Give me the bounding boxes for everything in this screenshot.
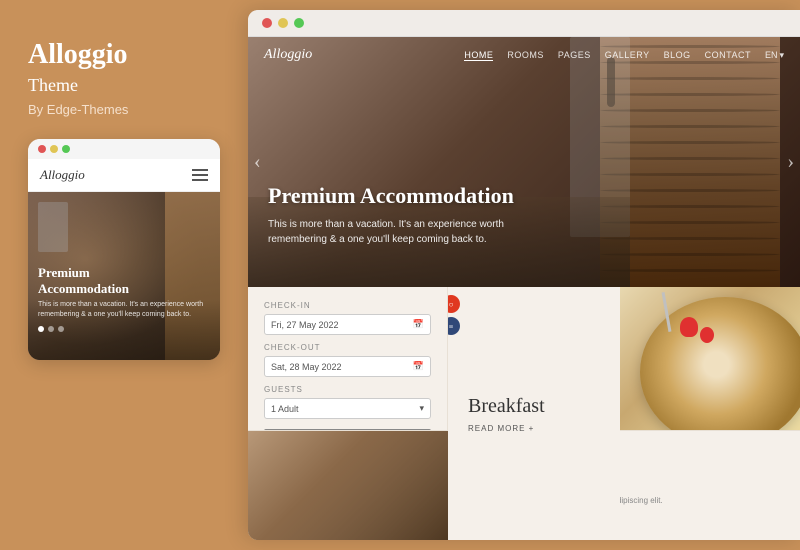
theme-subtitle: Theme — [28, 75, 78, 96]
breakfast-section: Breakfast READ MORE + ○ ≡ — [448, 287, 620, 540]
nav-gallery[interactable]: GALLERY — [605, 50, 650, 60]
nav-pages[interactable]: PAGES — [558, 50, 591, 60]
mobile-dot-yellow — [50, 145, 58, 153]
fork-decoration — [662, 292, 672, 332]
site-logo: Alloggio — [264, 47, 312, 63]
mobile-hero-desc: This is more than a vacation. It's an ex… — [38, 300, 210, 320]
checkin-input[interactable]: Fri, 27 May 2022 📅 — [264, 314, 431, 335]
mobile-hero: PremiumAccommodation This is more than a… — [28, 192, 220, 360]
blue-circle-icon: ≡ — [448, 317, 460, 335]
browser-content: Alloggio HOME ROOMS PAGES GALLERY BLOG C… — [248, 37, 800, 540]
site-hero-desc: This is more than a vacation. It's an ex… — [268, 217, 528, 247]
carousel-dot-1 — [38, 326, 44, 332]
site-hero-text: Premium Accommodation This is more than … — [268, 183, 528, 247]
mobile-dot-red — [38, 145, 46, 153]
mobile-hero-title: PremiumAccommodation — [38, 265, 210, 296]
checkout-value: Sat, 28 May 2022 — [271, 362, 342, 372]
mobile-nav: Alloggio — [28, 159, 220, 192]
hamburger-icon[interactable] — [192, 169, 208, 181]
carousel-dot-3 — [58, 326, 64, 332]
guests-label: GUESTS — [264, 385, 431, 394]
nav-home[interactable]: HOME — [464, 50, 493, 61]
site-hero: Alloggio HOME ROOMS PAGES GALLERY BLOG C… — [248, 37, 800, 287]
browser-maximize-btn[interactable] — [294, 18, 304, 28]
checkout-input[interactable]: Sat, 28 May 2022 📅 — [264, 356, 431, 377]
mobile-mockup: Alloggio PremiumAccommodation This is mo… — [28, 139, 220, 360]
nav-rooms[interactable]: ROOMS — [507, 50, 544, 60]
browser-close-btn[interactable] — [262, 18, 272, 28]
theme-by: By Edge-Themes — [28, 102, 128, 117]
carousel-dot-2 — [48, 326, 54, 332]
nav-contact[interactable]: CONTACT — [705, 50, 751, 60]
site-nav: Alloggio HOME ROOMS PAGES GALLERY BLOG C… — [248, 37, 800, 73]
hero-prev-arrow[interactable]: ‹ — [254, 151, 261, 174]
guests-value: 1 Adult — [271, 404, 299, 414]
breakfast-title: Breakfast — [468, 395, 600, 418]
site-nav-links: HOME ROOMS PAGES GALLERY BLOG CONTACT EN… — [464, 50, 784, 61]
browser-top-bar — [248, 10, 800, 37]
mobile-carousel-dots — [38, 326, 210, 332]
left-panel: Alloggio Theme By Edge-Themes Alloggio P… — [0, 0, 248, 550]
chevron-down-icon: ▾ — [419, 403, 424, 414]
calendar-icon: 📅 — [413, 319, 424, 330]
calendar-icon-2: 📅 — [413, 361, 424, 372]
breakfast-read-more[interactable]: READ MORE + — [468, 424, 600, 433]
strawberry-decoration — [680, 317, 698, 337]
mobile-hero-text: PremiumAccommodation This is more than a… — [38, 265, 210, 332]
mobile-dot-green — [62, 145, 70, 153]
site-hero-title: Premium Accommodation — [268, 183, 528, 209]
food-bowl-decoration — [640, 297, 800, 447]
checkout-label: CHECK-OUT — [264, 343, 431, 352]
mobile-top-bar — [28, 139, 220, 159]
browser-minimize-btn[interactable] — [278, 18, 288, 28]
second-row-image — [248, 431, 448, 540]
red-circle-icon: ○ — [448, 295, 460, 313]
checkin-value: Fri, 27 May 2022 — [271, 320, 339, 330]
berry-decoration — [700, 327, 714, 343]
hero-next-arrow[interactable]: › — [787, 151, 794, 174]
guests-select[interactable]: 1 Adult ▾ — [264, 398, 431, 419]
browser-window: Alloggio HOME ROOMS PAGES GALLERY BLOG C… — [248, 10, 800, 540]
theme-title: Alloggio — [28, 39, 128, 70]
mobile-nav-logo: Alloggio — [40, 167, 85, 183]
checkin-label: CHECK-IN — [264, 301, 431, 310]
nav-blog[interactable]: BLOG — [664, 50, 691, 60]
nav-lang[interactable]: EN ▾ — [765, 50, 784, 61]
